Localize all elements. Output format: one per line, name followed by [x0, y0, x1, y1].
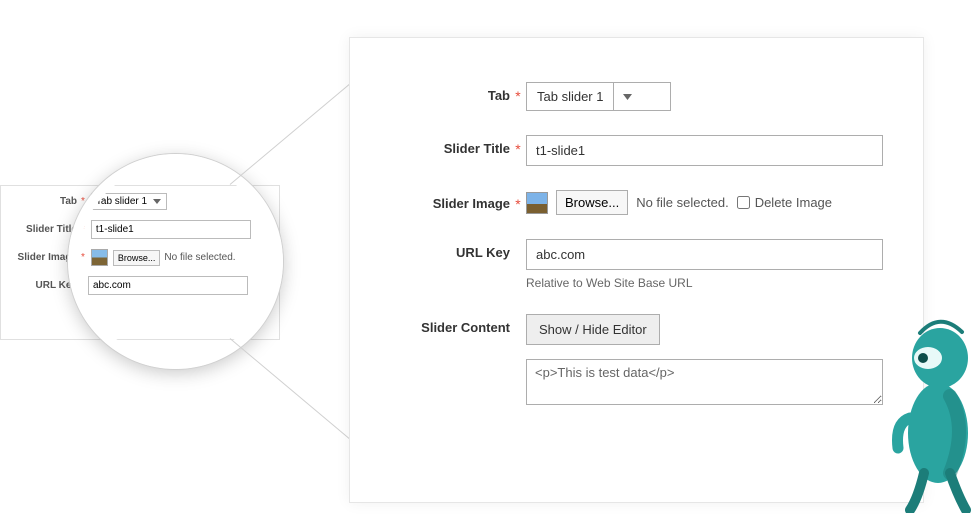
tab-select-value: Tab slider 1	[527, 83, 614, 110]
preview-row-tab: Tab * Tab slider 1	[11, 193, 269, 210]
browse-button[interactable]: Browse...	[556, 190, 628, 215]
required-mark-icon: *	[81, 196, 85, 207]
slider-title-input[interactable]	[526, 135, 883, 166]
label-slider-content: Slider Content	[350, 314, 510, 335]
preview-nofile-text: No file selected.	[164, 252, 235, 263]
label-slider-image: Slider Image	[350, 190, 510, 211]
required-mark-icon: *	[510, 135, 526, 157]
row-slider-image: Slider Image * Browse... No file selecte…	[350, 190, 883, 215]
label-url-key: URL Key	[350, 239, 510, 260]
mascot-alien-icon	[890, 318, 973, 513]
chevron-down-icon	[614, 83, 640, 110]
row-slider-title: Slider Title *	[350, 135, 883, 166]
label-tab: Tab	[350, 82, 510, 103]
required-mark-icon: *	[510, 190, 526, 212]
image-thumbnail-icon	[91, 249, 108, 266]
form-panel: Tab * Tab slider 1 Slider Title * Slider…	[349, 37, 924, 503]
url-key-input[interactable]	[526, 239, 883, 270]
preview-row-image: Slider Image * Browse... No file selecte…	[11, 249, 269, 266]
required-mark-icon: *	[510, 82, 526, 104]
connector-line-icon	[230, 81, 353, 185]
required-mark-icon: *	[81, 252, 85, 263]
required-spacer	[510, 314, 526, 320]
label-spacer	[350, 359, 510, 365]
preview-urlkey-input[interactable]	[88, 276, 248, 295]
delete-image-checkbox[interactable]	[737, 196, 750, 209]
preview-label-tab: Tab	[11, 196, 77, 207]
preview-row-title: Slider Title *	[11, 220, 269, 239]
preview-tab-select[interactable]: Tab slider 1	[91, 193, 167, 210]
preview-row-urlkey: URL Key	[11, 276, 269, 295]
delete-image-checkbox-wrap[interactable]: Delete Image	[737, 195, 832, 210]
row-url-key: URL Key Relative to Web Site Base URL	[350, 239, 883, 290]
no-file-text: No file selected.	[636, 195, 729, 210]
connector-line-icon	[230, 338, 353, 442]
required-mark-icon: *	[81, 224, 85, 235]
preview-label-image: Slider Image	[11, 252, 77, 263]
label-slider-title: Slider Title	[350, 135, 510, 156]
row-slider-content-textarea	[350, 359, 883, 405]
preview-browse-button[interactable]: Browse...	[113, 250, 161, 266]
row-tab: Tab * Tab slider 1	[350, 82, 883, 111]
tab-select[interactable]: Tab slider 1	[526, 82, 671, 111]
toggle-editor-button[interactable]: Show / Hide Editor	[526, 314, 660, 345]
row-slider-content: Slider Content Show / Hide Editor	[350, 314, 883, 345]
slider-content-textarea[interactable]	[526, 359, 883, 405]
required-spacer	[510, 359, 526, 365]
required-spacer	[510, 239, 526, 245]
image-thumbnail-icon	[526, 192, 548, 214]
delete-image-label: Delete Image	[755, 195, 832, 210]
preview-panel: Tab * Tab slider 1 Slider Title * Slider…	[0, 185, 280, 340]
preview-label-urlkey: URL Key	[11, 280, 77, 291]
preview-title-input[interactable]	[91, 220, 251, 239]
preview-label-title: Slider Title	[11, 224, 77, 235]
url-key-hint: Relative to Web Site Base URL	[526, 276, 883, 290]
